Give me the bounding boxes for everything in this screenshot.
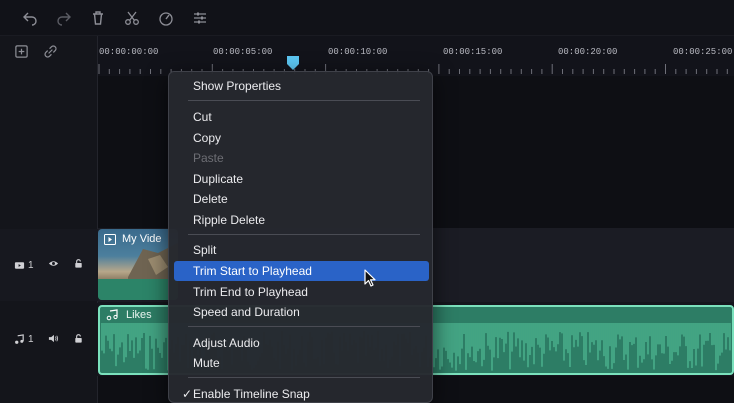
- video-track-header: 1: [0, 229, 98, 301]
- video-clip-label: My Vide: [104, 233, 162, 245]
- delete-icon[interactable]: [86, 6, 110, 30]
- timeline-ruler[interactable]: 00:00:00:00 00:00:05:00 00:00:10:00 00:0…: [98, 36, 734, 76]
- ruler-label: 00:00:05:00: [213, 47, 273, 57]
- menu-item-trim-end[interactable]: Trim End to Playhead: [174, 282, 429, 302]
- menu-item-ripple-delete[interactable]: Ripple Delete: [174, 210, 429, 230]
- lock-icon[interactable]: [73, 333, 84, 347]
- menu-item-speed-duration[interactable]: Speed and Duration: [174, 302, 429, 322]
- audio-track-index: 1: [28, 334, 34, 345]
- menu-separator: [188, 100, 420, 101]
- speed-icon[interactable]: [154, 6, 178, 30]
- video-track-icon: [14, 261, 25, 269]
- menu-item-enable-snap[interactable]: ✓ Enable Timeline Snap: [174, 384, 429, 403]
- menu-item-enable-snap-label: Enable Timeline Snap: [193, 387, 310, 401]
- video-track-label: 1: [14, 260, 34, 271]
- mouse-pointer-icon: [364, 269, 376, 287]
- add-track-icon[interactable]: [14, 44, 29, 64]
- menu-item-split[interactable]: Split: [174, 240, 429, 260]
- lock-icon[interactable]: [73, 258, 84, 272]
- ruler-label: 00:00:15:00: [443, 47, 503, 57]
- audio-track-header: 1: [0, 303, 98, 376]
- adjust-icon[interactable]: [188, 6, 212, 30]
- menu-separator: [188, 234, 420, 235]
- undo-icon[interactable]: [18, 6, 42, 30]
- video-clip[interactable]: My Vide: [98, 229, 178, 300]
- speaker-icon[interactable]: [48, 333, 59, 347]
- music-note-icon: [106, 309, 118, 321]
- menu-separator: [188, 326, 420, 327]
- audio-clip-title: Likes: [126, 309, 152, 321]
- music-track-icon: [15, 334, 24, 344]
- playhead-marker[interactable]: [287, 56, 299, 70]
- ruler-label: 00:00:00:00: [99, 47, 159, 57]
- ruler-label: 00:00:20:00: [558, 47, 618, 57]
- ruler-label: 00:00:10:00: [328, 47, 388, 57]
- context-menu: Show Properties Cut Copy Paste Duplicate…: [168, 71, 433, 403]
- audio-track-label: 1: [14, 334, 34, 345]
- video-clip-title: My Vide: [122, 233, 162, 245]
- audio-clip-label: Likes: [106, 309, 152, 321]
- eye-icon[interactable]: [48, 258, 59, 272]
- menu-item-adjust-audio[interactable]: Adjust Audio: [174, 333, 429, 353]
- link-icon[interactable]: [43, 44, 58, 64]
- menu-item-paste: Paste: [193, 151, 224, 165]
- timeline-tools: [14, 44, 58, 64]
- cut-icon[interactable]: [120, 6, 144, 30]
- video-clip-icon: [104, 233, 116, 245]
- menu-item-show-properties[interactable]: Show Properties: [174, 76, 429, 96]
- ruler-label: 00:00:25:00: [673, 47, 733, 57]
- editor-toolbar: [0, 0, 734, 36]
- check-mark-icon: ✓: [182, 387, 193, 401]
- menu-item-mute[interactable]: Mute: [174, 353, 429, 373]
- menu-item-delete[interactable]: Delete: [174, 189, 429, 209]
- menu-item-trim-start[interactable]: Trim Start to Playhead: [174, 261, 429, 281]
- video-track-index: 1: [28, 259, 34, 271]
- redo-icon[interactable]: [52, 6, 76, 30]
- menu-item-copy[interactable]: Copy: [174, 128, 429, 148]
- menu-separator: [188, 377, 420, 378]
- menu-item-duplicate[interactable]: Duplicate: [174, 169, 429, 189]
- menu-item-cut[interactable]: Cut: [174, 107, 429, 127]
